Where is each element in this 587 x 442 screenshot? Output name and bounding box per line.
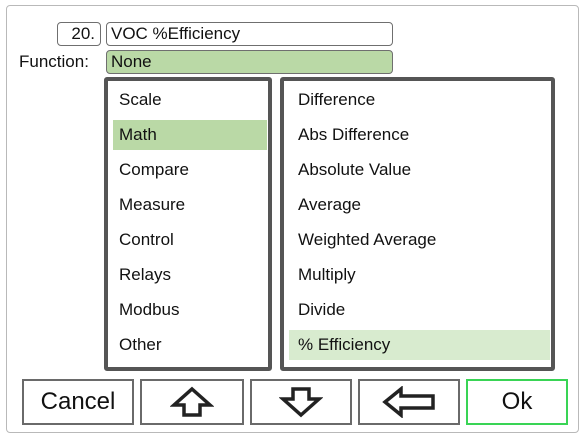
function-item-weighted-average[interactable]: Weighted Average (289, 225, 550, 255)
cancel-button[interactable]: Cancel (22, 379, 134, 425)
tag-number[interactable]: 20. (57, 22, 101, 46)
category-item-relays[interactable]: Relays (113, 260, 267, 290)
arrow-left-icon (382, 386, 435, 418)
category-item-scale[interactable]: Scale (113, 85, 267, 115)
category-item-measure[interactable]: Measure (113, 190, 267, 220)
category-item-modbus[interactable]: Modbus (113, 295, 267, 325)
back-button[interactable] (358, 379, 460, 425)
category-item-control[interactable]: Control (113, 225, 267, 255)
up-button[interactable] (140, 379, 244, 425)
ok-button[interactable]: Ok (466, 379, 568, 425)
function-label: Function: (19, 52, 89, 71)
function-item-abs-difference[interactable]: Abs Difference (289, 120, 550, 150)
function-item-difference[interactable]: Difference (289, 85, 550, 115)
function-value-field[interactable]: None (106, 50, 393, 74)
function-item-percent-efficiency[interactable]: % Efficiency (289, 330, 550, 360)
category-item-compare[interactable]: Compare (113, 155, 267, 185)
category-list: Scale Math Compare Measure Control Relay… (104, 77, 272, 371)
tag-name-field[interactable]: VOC %Efficiency (106, 22, 393, 46)
function-item-divide[interactable]: Divide (289, 295, 550, 325)
function-item-average[interactable]: Average (289, 190, 550, 220)
down-button[interactable] (250, 379, 352, 425)
category-item-other[interactable]: Other (113, 330, 267, 360)
function-item-multiply[interactable]: Multiply (289, 260, 550, 290)
function-item-absolute-value[interactable]: Absolute Value (289, 155, 550, 185)
arrow-up-icon (170, 386, 214, 417)
function-list: Difference Abs Difference Absolute Value… (280, 77, 555, 371)
category-item-math[interactable]: Math (113, 120, 267, 150)
arrow-down-icon (279, 387, 323, 418)
